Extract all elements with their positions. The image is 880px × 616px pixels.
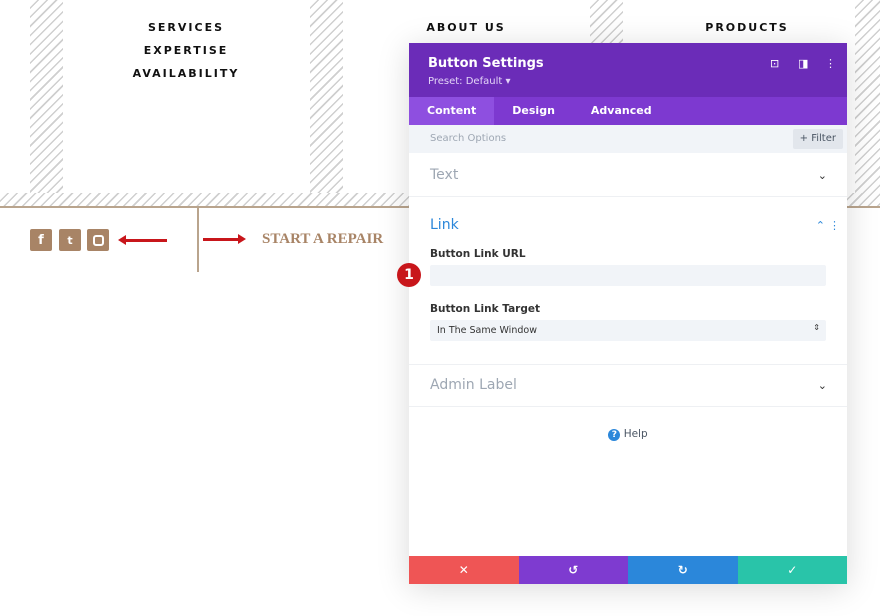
search-options[interactable]: Search Options + Filter (409, 125, 847, 153)
nav-availability[interactable]: AVAILABILITY (133, 67, 240, 80)
link-target-select[interactable]: In The Same Window ⇕ (430, 320, 826, 341)
tabs: Content Design Advanced (409, 97, 847, 125)
undo-button[interactable]: ↺ (518, 556, 628, 584)
twitter-icon[interactable]: t (59, 229, 81, 251)
section-title: Text (430, 167, 459, 183)
facebook-icon[interactable]: f (30, 229, 52, 251)
link-target-label: Button Link Target (430, 303, 540, 315)
tab-advanced[interactable]: Advanced (573, 97, 670, 125)
section-text[interactable]: Text ⌄ (409, 153, 847, 197)
arrowhead (238, 234, 246, 244)
modal-header: Button Settings Preset: Default ▾ ⊡ ◨ ⋮ (409, 43, 847, 97)
tab-design[interactable]: Design (494, 97, 573, 125)
section-admin-label[interactable]: Admin Label ⌄ (409, 365, 847, 407)
select-arrows-icon: ⇕ (813, 323, 820, 332)
nav-expertise[interactable]: EXPERTISE (144, 44, 229, 57)
link-target-value: In The Same Window (437, 325, 537, 336)
section-title[interactable]: Link (430, 217, 459, 233)
redo-button[interactable]: ↻ (628, 556, 738, 584)
section-menu-icon[interactable]: ⋮ (829, 219, 840, 232)
section-link: Link ⌃ ⋮ Button Link URL 1 Button Link T… (397, 197, 847, 365)
search-input[interactable]: Search Options (430, 133, 506, 144)
close-icon: ✕ (458, 563, 469, 577)
help-icon: ? (608, 429, 621, 441)
hatch-column (30, 0, 63, 195)
arrowhead (118, 235, 126, 245)
chevron-down-icon[interactable]: ⌄ (818, 169, 827, 182)
vertical-divider (197, 207, 199, 272)
more-options-icon[interactable]: ⋮ (825, 57, 836, 70)
hatch-column (310, 0, 343, 195)
start-repair-button[interactable]: START A REPAIR (262, 231, 383, 248)
link-url-input[interactable] (430, 265, 826, 286)
button-settings-modal: Button Settings Preset: Default ▾ ⊡ ◨ ⋮ … (397, 43, 847, 584)
nav-products[interactable]: PRODUCTS (705, 21, 788, 34)
left-arrow-annotation (124, 239, 167, 242)
step-badge: 1 (397, 263, 421, 287)
nav-services[interactable]: SERVICES (148, 21, 224, 34)
filter-button[interactable]: + Filter (792, 129, 843, 149)
chevron-down-icon[interactable]: ⌄ (818, 379, 827, 392)
section-title: Admin Label (430, 377, 517, 393)
modal-footer: ✕ ↺ ↻ ✓ (409, 556, 847, 584)
cancel-button[interactable]: ✕ (409, 556, 519, 584)
focus-icon[interactable]: ⊡ (770, 57, 779, 70)
hatch-column (855, 0, 880, 195)
modal-title: Button Settings (428, 56, 544, 71)
preset-dropdown[interactable]: Preset: Default ▾ (428, 76, 510, 87)
link-url-label: Button Link URL (430, 248, 526, 260)
redo-icon: ↻ (677, 563, 688, 577)
instagram-icon[interactable] (87, 229, 109, 251)
save-button[interactable]: ✓ (737, 556, 847, 584)
check-icon: ✓ (787, 563, 798, 577)
tab-content[interactable]: Content (409, 97, 495, 125)
chevron-up-icon[interactable]: ⌃ (816, 219, 825, 232)
right-arrow-annotation (203, 238, 239, 241)
undo-icon: ↺ (568, 563, 579, 577)
nav-about-us[interactable]: ABOUT US (426, 21, 505, 34)
help-label: Help (623, 428, 648, 440)
sidebar-toggle-icon[interactable]: ◨ (798, 57, 808, 70)
help-link[interactable]: ? Help (409, 428, 847, 441)
